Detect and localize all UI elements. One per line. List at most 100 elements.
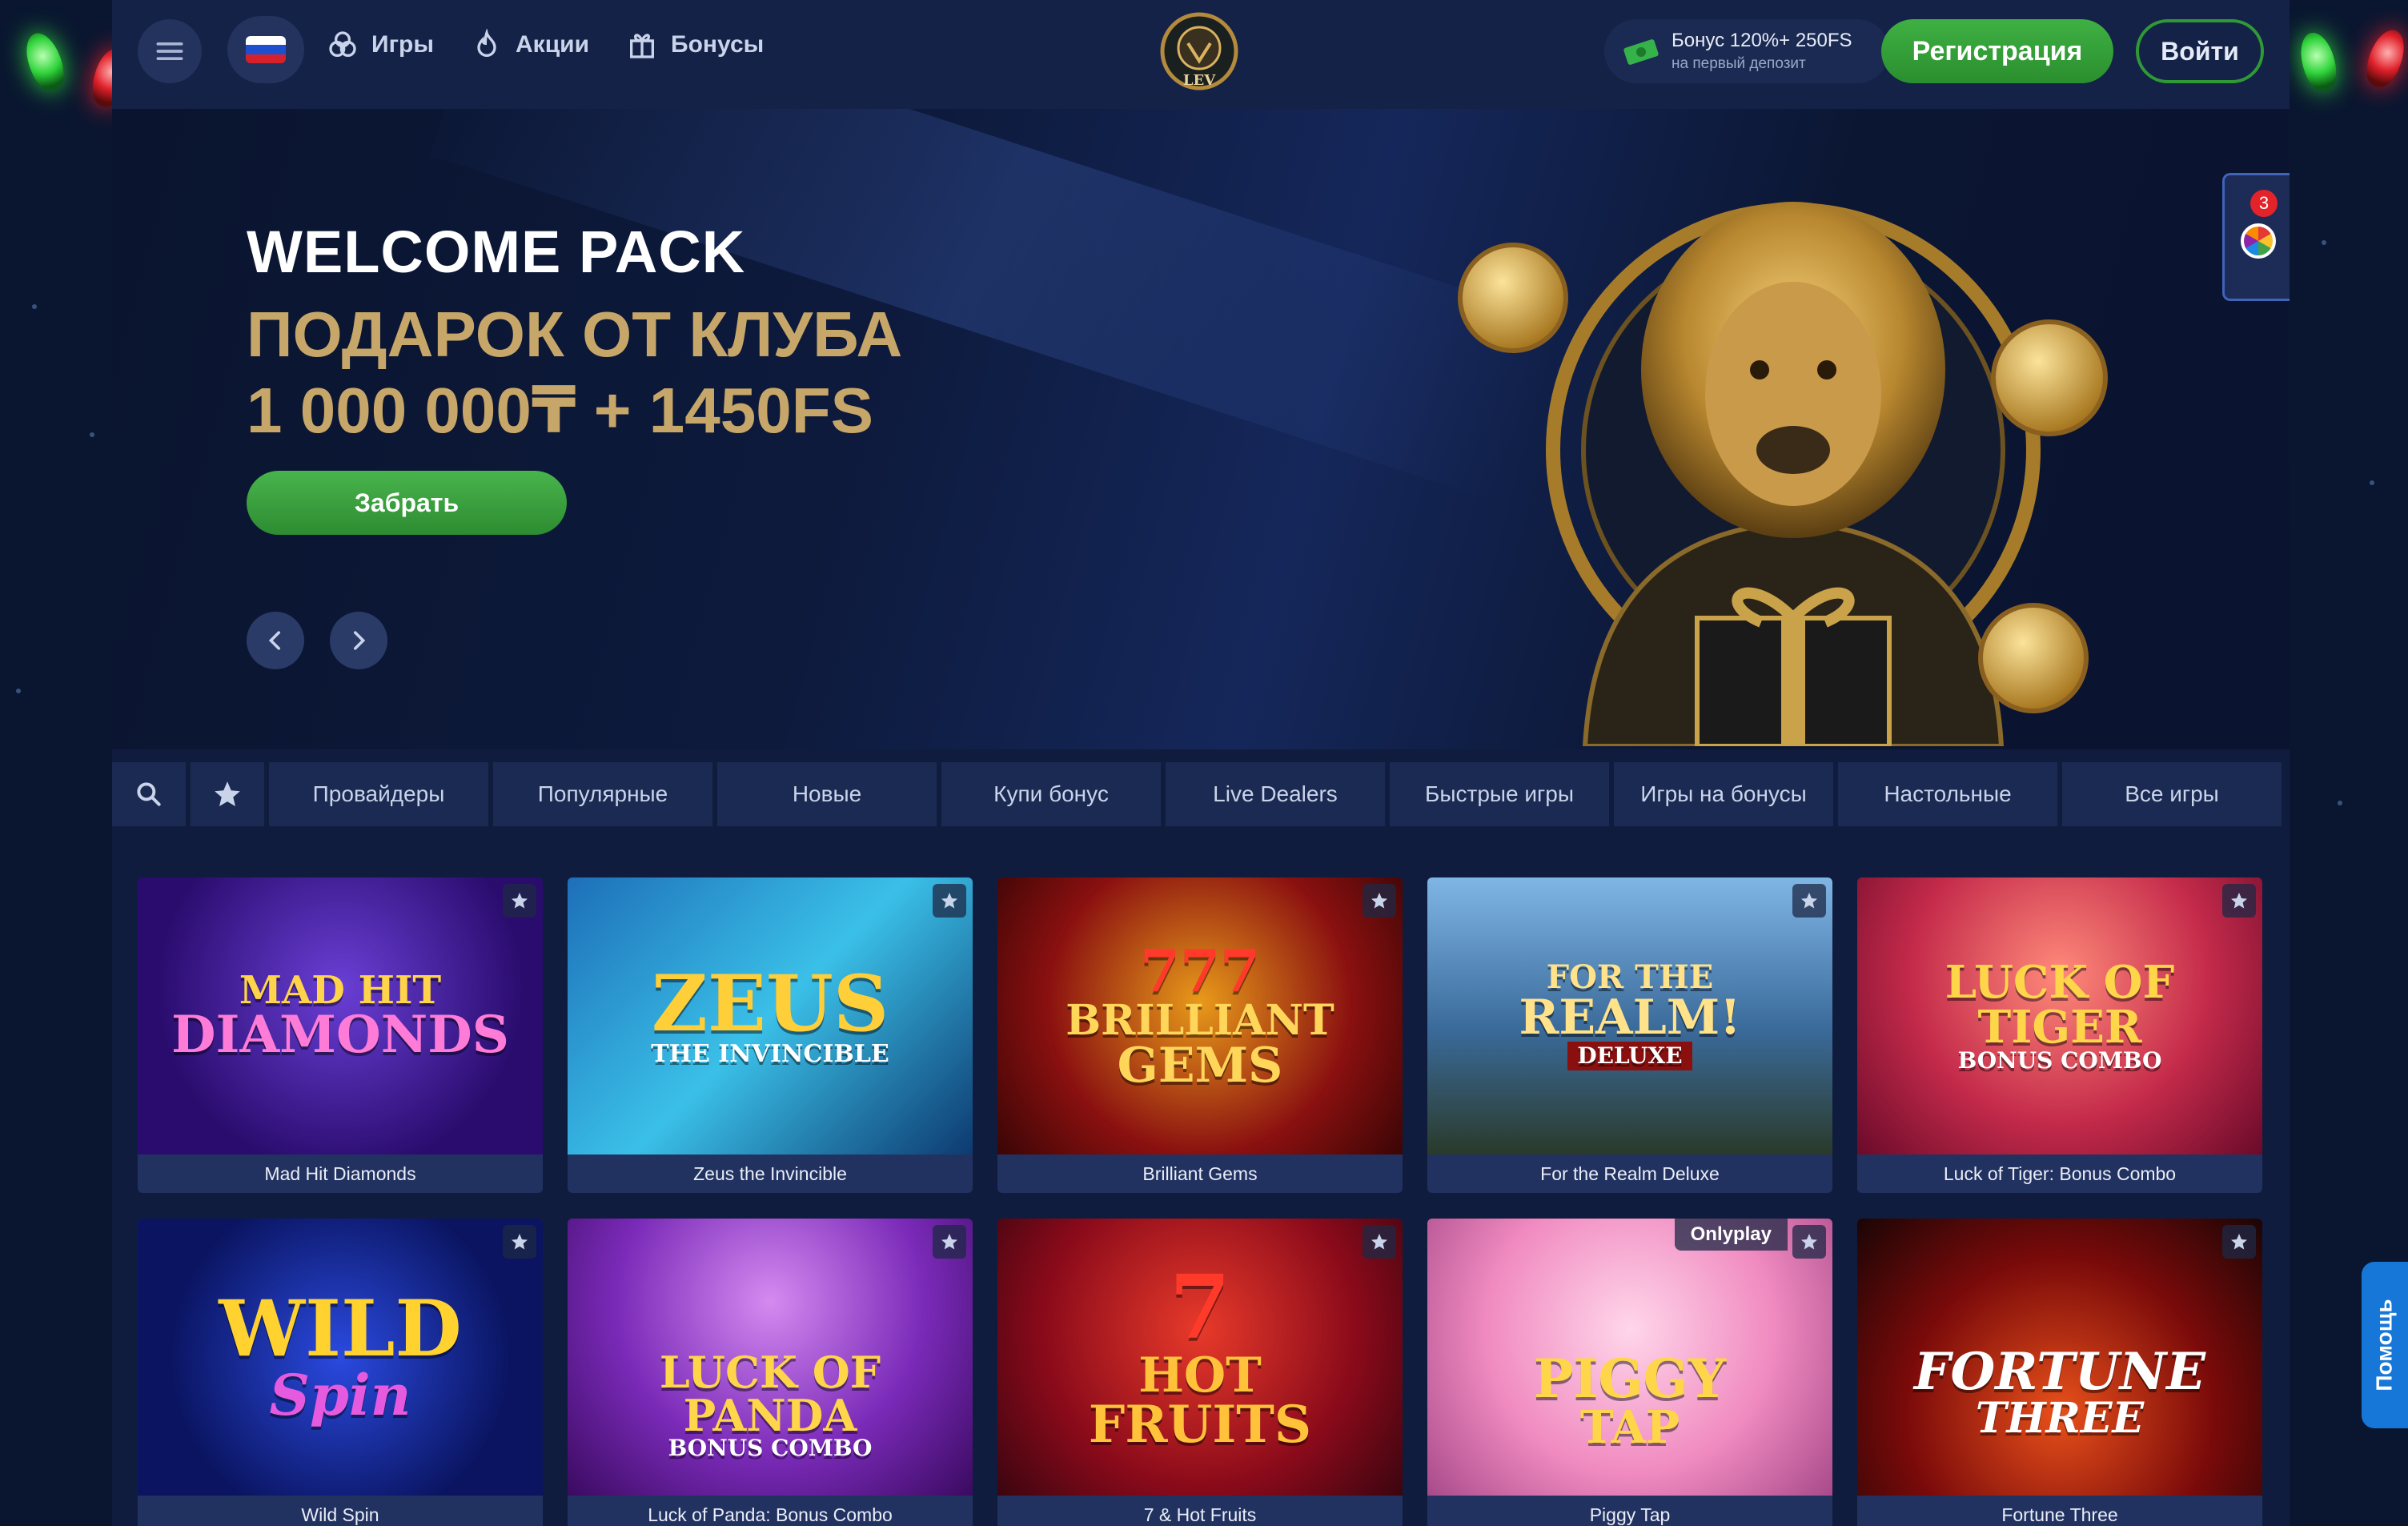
- game-title: Zeus the Invincible: [693, 1163, 847, 1184]
- tab-table-games[interactable]: Настольные: [1838, 762, 2057, 826]
- tab-popular[interactable]: Популярные: [493, 762, 712, 826]
- nav-item-bonuses[interactable]: Бонусы: [626, 29, 764, 61]
- star-icon: [512, 893, 528, 909]
- chevron-right-icon: [353, 631, 366, 650]
- game-art-text: ZEUS: [651, 958, 889, 1049]
- menu-button[interactable]: [138, 19, 202, 83]
- game-card[interactable]: 7 HOT FRUITS 7 & Hot Fruits: [997, 1219, 1403, 1526]
- nav-item-promotions[interactable]: Акции: [471, 29, 589, 61]
- game-art-text: THE INVINCIBLE: [651, 1040, 889, 1068]
- game-thumbnail: 777 BRILLIANT GEMS: [997, 877, 1403, 1155]
- hero-prize: 1 000 000₸ + 1450FS: [247, 375, 873, 446]
- game-card[interactable]: WILD Spin Wild Spin: [138, 1219, 543, 1526]
- game-card[interactable]: LUCK OF TIGER BONUS COMBO Luck of Tiger:…: [1857, 877, 2262, 1193]
- favorite-button[interactable]: [933, 884, 966, 918]
- game-art-text: DELUXE: [1567, 1042, 1692, 1070]
- claim-button[interactable]: Забрать: [247, 471, 567, 535]
- help-button[interactable]: Помощь: [2362, 1262, 2408, 1428]
- tab-new[interactable]: Новые: [717, 762, 937, 826]
- game-art-text: WILD: [219, 1283, 462, 1374]
- game-art-text: FOR THE: [1546, 958, 1714, 996]
- star-icon: [1371, 893, 1387, 909]
- star-icon: [2231, 893, 2247, 909]
- favorites-button[interactable]: [191, 762, 264, 826]
- tab-providers[interactable]: Провайдеры: [269, 762, 488, 826]
- site-logo[interactable]: LEV: [1151, 8, 1247, 96]
- tab-all-games[interactable]: Все игры: [2062, 762, 2282, 826]
- nav-label: Игры: [371, 31, 435, 58]
- game-art-text: GEMS: [1117, 1038, 1283, 1094]
- money-icon: [1623, 39, 1659, 65]
- favorite-button[interactable]: [933, 1225, 966, 1259]
- game-card[interactable]: FOR THE REALM! DELUXE For the Realm Delu…: [1427, 877, 1832, 1193]
- game-card[interactable]: ZEUS THE INVINCIBLE Zeus the Invincible: [568, 877, 973, 1193]
- game-title: Piggy Tap: [1589, 1504, 1671, 1525]
- help-label: Помощь: [2372, 1299, 2397, 1391]
- chevron-left-icon: [268, 631, 281, 650]
- russia-flag-icon: [246, 36, 286, 63]
- favorite-button[interactable]: [2222, 1225, 2256, 1259]
- category-bar: Провайдеры Популярные Новые Купи бонус L…: [112, 762, 2290, 826]
- star-icon: [1801, 1234, 1817, 1250]
- game-art-text: DIAMONDS: [171, 1005, 509, 1065]
- login-button[interactable]: Войти: [2136, 19, 2264, 83]
- favorite-button[interactable]: [1363, 884, 1396, 918]
- slider-prev-button[interactable]: [247, 612, 304, 669]
- game-card[interactable]: MAD HIT DIAMONDS Mad Hit Diamonds: [138, 877, 543, 1193]
- tab-fast-games[interactable]: Быстрые игры: [1390, 762, 1609, 826]
- favorite-button[interactable]: [1792, 884, 1826, 918]
- tab-live-dealers[interactable]: Live Dealers: [1166, 762, 1385, 826]
- tab-buy-bonus[interactable]: Купи бонус: [941, 762, 1161, 826]
- nav-item-games[interactable]: Игры: [327, 29, 434, 61]
- wheel-widget[interactable]: 3: [2222, 173, 2290, 301]
- game-art-text: LUCK OF TIGER: [1944, 956, 2175, 1054]
- bg-star: [2322, 240, 2326, 245]
- game-art-text: FORTUNE: [1914, 1342, 2205, 1402]
- game-card[interactable]: LUCK OF PANDA BONUS COMBO Luck of Panda:…: [568, 1219, 973, 1526]
- game-art-text: 777: [1139, 937, 1261, 1005]
- star-icon: [2231, 1234, 2247, 1250]
- game-title: Wild Spin: [301, 1504, 379, 1525]
- game-thumbnail: LUCK OF TIGER BONUS COMBO: [1857, 877, 2262, 1155]
- star-icon: [941, 893, 957, 909]
- nav-label: Акции: [516, 31, 590, 58]
- game-art-text: LUCK OF PANDA: [659, 1347, 881, 1441]
- game-art-text: HOT: [1138, 1347, 1262, 1404]
- game-art-text: MAD HIT: [239, 968, 442, 1013]
- nav-label: Бонусы: [671, 31, 765, 58]
- hero-title: WELCOME PACK: [247, 219, 746, 285]
- star-icon: [941, 1234, 957, 1250]
- tab-bonus-games[interactable]: Игры на бонусы: [1614, 762, 1833, 826]
- game-card[interactable]: 777 BRILLIANT GEMS Brilliant Gems: [997, 877, 1403, 1193]
- game-title: Brilliant Gems: [1142, 1163, 1258, 1184]
- favorite-button[interactable]: [1363, 1225, 1396, 1259]
- game-thumbnail: PIGGY TAP: [1427, 1219, 1832, 1496]
- language-selector[interactable]: [227, 16, 304, 83]
- register-button[interactable]: Регистрация: [1881, 19, 2113, 83]
- favorite-button[interactable]: [2222, 884, 2256, 918]
- game-thumbnail: MAD HIT DIAMONDS: [138, 877, 543, 1155]
- provider-tag: Onlyplay: [1674, 1219, 1788, 1251]
- search-icon: [137, 782, 161, 806]
- lion-logo-icon: LEV: [1160, 12, 1238, 90]
- slider-next-button[interactable]: [330, 612, 387, 669]
- game-thumbnail: LUCK OF PANDA BONUS COMBO: [568, 1219, 973, 1496]
- hero-banner: WELCOME PACK ПОДАРОК ОТ КЛУБА 1 000 000₸…: [112, 109, 2290, 749]
- game-art-text: BRILLIANT: [1066, 996, 1334, 1045]
- favorite-button[interactable]: [503, 1225, 536, 1259]
- game-card[interactable]: PIGGY TAP Onlyplay Piggy Tap: [1427, 1219, 1832, 1526]
- bg-star: [32, 304, 37, 309]
- game-title: For the Realm Deluxe: [1540, 1163, 1720, 1184]
- cards-icon: [329, 31, 356, 57]
- gift-icon: [630, 34, 655, 58]
- hamburger-icon: [156, 42, 183, 60]
- favorite-button[interactable]: [503, 884, 536, 918]
- search-button[interactable]: [112, 762, 186, 826]
- game-card[interactable]: FORTUNE THREE Fortune Three: [1857, 1219, 2262, 1526]
- garland-light: [19, 28, 70, 95]
- favorite-button[interactable]: [1792, 1225, 1826, 1259]
- notification-badge: 3: [2250, 190, 2278, 217]
- deposit-bonus-banner[interactable]: Бонус 120%+ 250FS на первый депозит: [1604, 19, 1889, 83]
- game-thumbnail: FORTUNE THREE: [1857, 1219, 2262, 1496]
- game-thumbnail: 7 HOT FRUITS: [997, 1219, 1403, 1496]
